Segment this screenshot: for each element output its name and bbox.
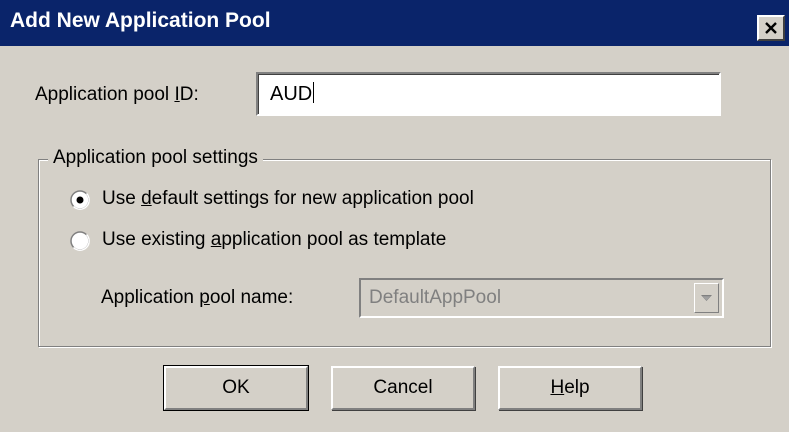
text-caret (313, 82, 315, 103)
radio-label-existing-template[interactable]: Use existing application pool as templat… (102, 229, 446, 251)
cancel-button[interactable]: Cancel (331, 366, 475, 410)
dialog-title: Add New Application Pool (10, 9, 271, 32)
radio-label-default-settings[interactable]: Use default settings for new application… (102, 188, 474, 210)
pool-name-dropdown[interactable]: DefaultAppPool (359, 278, 724, 318)
close-button[interactable] (757, 15, 785, 41)
help-button-mnemonic: H (550, 377, 565, 398)
ok-button[interactable]: OK (163, 365, 309, 411)
chevron-down-icon (701, 294, 712, 301)
title-bar[interactable]: Add New Application Pool (0, 0, 789, 46)
help-button-label: elp (564, 377, 590, 398)
close-icon (765, 22, 777, 34)
add-application-pool-dialog: Add New Application Pool Application poo… (0, 0, 789, 432)
pool-id-value: AUD (270, 83, 313, 105)
pool-name-value: DefaultAppPool (369, 287, 502, 308)
radio-unselected-icon[interactable] (70, 231, 90, 251)
dropdown-arrow-button[interactable] (694, 283, 719, 313)
pool-id-input[interactable]: AUD (256, 72, 721, 116)
pool-name-label: Application pool name: (101, 287, 294, 308)
pool-id-label: Application pool ID: (35, 84, 199, 105)
radio-selected-icon[interactable] (70, 190, 90, 210)
pool-settings-title: Application pool settings (48, 147, 263, 169)
help-button[interactable]: Help (498, 366, 642, 410)
